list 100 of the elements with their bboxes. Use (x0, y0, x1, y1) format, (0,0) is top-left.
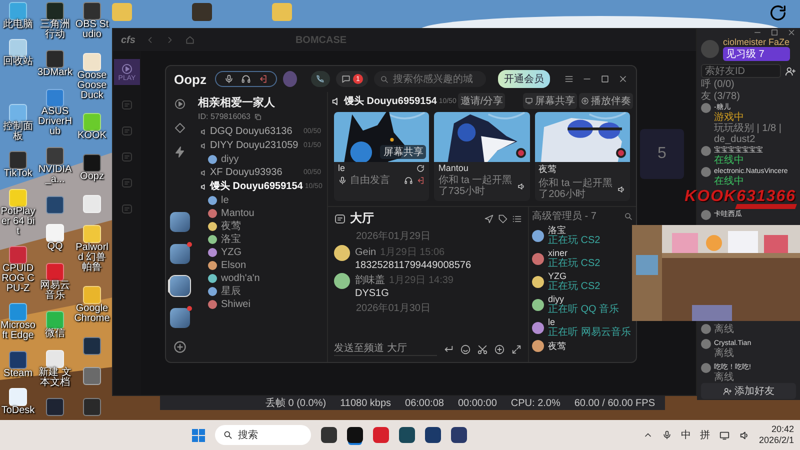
expand-icon[interactable] (511, 344, 522, 354)
add-icon[interactable] (494, 344, 505, 354)
mic-icon[interactable] (662, 430, 672, 440)
list-icon[interactable] (512, 214, 522, 224)
room-action-button[interactable]: 屏幕共享 (523, 93, 577, 109)
section-header[interactable]: 友 (3/78) (701, 91, 796, 102)
search-field[interactable]: 搜索你感兴趣的城 (374, 71, 486, 87)
tag-icon[interactable] (498, 214, 508, 224)
exit-icon[interactable] (416, 176, 426, 185)
app-icon[interactable] (9, 39, 27, 58)
taskbar-app-icon[interactable] (399, 427, 415, 443)
close-icon[interactable] (618, 74, 628, 84)
speaker-icon[interactable] (516, 182, 526, 190)
app-icon[interactable] (9, 350, 27, 369)
avatar[interactable] (532, 230, 544, 242)
member-name[interactable]: YZG (548, 271, 600, 281)
taskbar-app-icon[interactable] (425, 427, 441, 443)
diamond-icon[interactable] (174, 122, 186, 134)
channel-user[interactable]: Shiwei (198, 299, 323, 310)
member-name[interactable]: xiner (548, 248, 600, 258)
monitor-icon[interactable] (718, 430, 730, 440)
add-user-icon[interactable] (785, 66, 796, 76)
app-icon[interactable] (768, 3, 788, 23)
app-icon[interactable] (46, 196, 64, 214)
menu-icon[interactable] (564, 74, 574, 84)
mic-icon[interactable] (224, 74, 234, 84)
app-icon[interactable] (9, 151, 27, 170)
headset-icon[interactable] (240, 74, 251, 84)
exit-icon[interactable] (258, 74, 268, 84)
channel-user[interactable]: 星辰 (198, 286, 323, 297)
add-icon[interactable] (173, 340, 187, 354)
app-icon[interactable] (46, 2, 64, 20)
app-icon[interactable] (83, 336, 101, 355)
member-name[interactable]: diyy (548, 294, 620, 304)
avatar[interactable] (532, 276, 544, 288)
message-input[interactable]: 发送至频道 大厅 (334, 342, 437, 356)
mic-icon[interactable] (338, 176, 347, 185)
channel-user[interactable]: le (198, 195, 323, 206)
search-icon[interactable] (624, 212, 633, 220)
avatar[interactable] (532, 322, 544, 334)
channel-user[interactable]: wodh'a'n (198, 273, 323, 284)
app-icon[interactable] (9, 388, 27, 406)
volume-icon[interactable] (738, 430, 750, 440)
channel-user[interactable]: Mantou (198, 208, 323, 219)
app-icon[interactable] (83, 2, 101, 20)
taskbar-app-icon[interactable] (321, 427, 337, 443)
channel-user[interactable]: Elson (198, 260, 323, 271)
search-field[interactable]: 搜索 (215, 425, 311, 445)
room-action-button[interactable]: 播放伴奏 (579, 93, 633, 109)
avatar[interactable] (532, 252, 544, 264)
app-icon[interactable] (83, 154, 101, 172)
app-icon[interactable] (46, 398, 64, 416)
input-method[interactable]: 中 (680, 428, 691, 442)
server-avatar[interactable] (170, 244, 190, 264)
play-icon[interactable] (174, 98, 186, 110)
taskbar-app-icon[interactable] (451, 427, 467, 443)
member-name[interactable]: 洛宝 (548, 225, 600, 235)
speaker-icon[interactable] (616, 184, 626, 194)
server-avatar[interactable] (170, 308, 190, 328)
add-friend-button[interactable]: 添加好友 (701, 383, 796, 399)
channel-user[interactable]: 洛宝 (198, 234, 323, 245)
app-icon[interactable] (83, 225, 101, 244)
app-icon[interactable] (46, 224, 64, 242)
channel-user[interactable]: 夜莺 (198, 221, 323, 232)
emoji-icon[interactable] (460, 344, 471, 354)
server-avatar[interactable] (170, 276, 190, 296)
maximize-icon[interactable] (770, 28, 779, 37)
invite-button[interactable]: 邀请/分享 (458, 93, 506, 109)
section-header[interactable]: 呼 (0/0) (701, 79, 796, 90)
avatar[interactable] (532, 298, 544, 310)
taskbar-app-icon[interactable] (347, 427, 363, 443)
app-icon[interactable] (83, 367, 101, 386)
copy-icon[interactable] (254, 112, 262, 120)
avatar[interactable] (334, 273, 350, 289)
clock[interactable]: 20:42 2026/2/1 (758, 424, 794, 446)
vip-button[interactable]: 开通会员 (498, 70, 550, 88)
headset-icon[interactable] (404, 176, 414, 185)
member-name[interactable]: le (548, 317, 631, 327)
channel-user[interactable]: diyy (198, 154, 323, 165)
channel-user[interactable]: YZG (198, 247, 323, 258)
input-method[interactable]: 拼 (700, 428, 710, 442)
app-icon[interactable] (46, 147, 64, 166)
screen-share-label[interactable]: 屏幕共享 (380, 145, 426, 159)
enter-icon[interactable] (443, 344, 454, 354)
start-button[interactable] (192, 428, 205, 442)
member-name[interactable]: 夜莺 (548, 341, 566, 351)
call-button[interactable] (310, 71, 330, 87)
bolt-icon[interactable] (174, 146, 186, 158)
avatar[interactable] (334, 245, 350, 261)
home-icon[interactable] (185, 35, 196, 45)
maximize-icon[interactable] (600, 74, 610, 84)
app-icon[interactable] (46, 50, 64, 68)
app-icon[interactable] (83, 398, 101, 416)
scissors-icon[interactable] (477, 344, 488, 354)
server-avatar[interactable] (170, 212, 190, 232)
send-icon[interactable] (484, 214, 494, 224)
close-icon[interactable] (787, 28, 796, 37)
search-field[interactable]: 索好友ID (701, 64, 781, 78)
refresh-icon[interactable] (416, 164, 426, 172)
avatar[interactable] (532, 340, 544, 352)
